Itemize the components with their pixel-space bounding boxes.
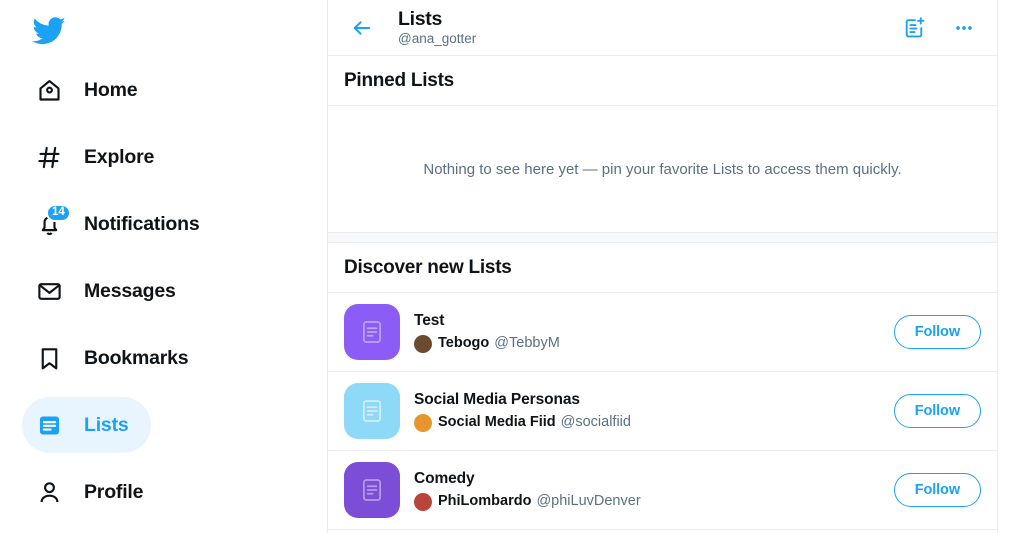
owner-name: Tebogo bbox=[438, 335, 490, 352]
owner-handle: @TebbyM bbox=[494, 335, 560, 352]
follow-button[interactable]: Follow bbox=[893, 394, 981, 428]
owner-handle: @socialfiid bbox=[560, 414, 631, 431]
pinned-lists-section: Pinned Lists Nothing to see here yet — p… bbox=[328, 56, 997, 232]
list-name: Comedy bbox=[414, 470, 475, 487]
sidebar-item-home[interactable]: Home bbox=[22, 62, 159, 118]
sidebar-item-label: Notifications bbox=[84, 212, 200, 235]
list-item[interactable]: Comedy PhiLombardo @phiLuvDenver Follow bbox=[328, 451, 997, 530]
list-info: Test Tebogo @TebbyM bbox=[414, 311, 894, 353]
bell-icon: 14 bbox=[34, 204, 71, 239]
owner-name: Social Media Fiid bbox=[438, 414, 556, 431]
pinned-lists-empty-message: Nothing to see here yet — pin your favor… bbox=[423, 160, 902, 178]
list-owner: PhiLombardo @phiLuvDenver bbox=[414, 492, 894, 511]
list-name: Social Media Personas bbox=[414, 391, 580, 408]
sidebar-item-lists[interactable]: Lists bbox=[22, 397, 151, 453]
back-button[interactable] bbox=[344, 10, 380, 46]
more-options-button[interactable] bbox=[947, 11, 981, 45]
owner-name: PhiLombardo bbox=[438, 493, 532, 510]
header-titles: Lists @ana_gotter bbox=[398, 8, 897, 48]
owner-handle: @phiLuvDenver bbox=[536, 493, 641, 510]
discover-lists-section: Discover new Lists Test Tebogo @TebbyM F… bbox=[328, 243, 997, 530]
sidebar-item-explore[interactable]: Explore bbox=[22, 129, 176, 185]
sidebar-item-messages[interactable]: Messages bbox=[22, 263, 198, 319]
list-thumbnail bbox=[344, 462, 400, 518]
primary-sidebar: Home Explore 14 Notifications Messages B… bbox=[0, 0, 328, 533]
list-info: Social Media Personas Social Media Fiid … bbox=[414, 390, 894, 432]
create-list-icon bbox=[905, 17, 924, 38]
list-document-icon bbox=[363, 479, 381, 501]
page-title: Lists bbox=[398, 7, 443, 30]
hashtag-icon bbox=[34, 142, 64, 172]
home-icon bbox=[34, 75, 64, 105]
discover-lists-title: Discover new Lists bbox=[328, 243, 997, 293]
right-pane bbox=[998, 0, 1024, 533]
list-owner: Tebogo @TebbyM bbox=[414, 334, 894, 353]
list-document-icon bbox=[363, 400, 381, 422]
list-name: Test bbox=[414, 312, 445, 329]
main-column: Lists @ana_gotter Pinned Lists Nothing t… bbox=[328, 0, 998, 533]
list-icon bbox=[34, 410, 64, 440]
envelope-icon bbox=[34, 276, 64, 306]
section-divider bbox=[328, 232, 997, 243]
bookmark-icon bbox=[34, 343, 64, 373]
back-arrow-icon bbox=[353, 20, 371, 35]
sidebar-item-notifications[interactable]: 14 Notifications bbox=[22, 196, 222, 252]
notifications-badge: 14 bbox=[46, 204, 71, 222]
list-owner: Social Media Fiid @socialfiid bbox=[414, 413, 894, 432]
list-item[interactable]: Test Tebogo @TebbyM Follow bbox=[328, 293, 997, 372]
follow-button[interactable]: Follow bbox=[893, 315, 981, 349]
sidebar-item-label: Lists bbox=[84, 413, 129, 436]
sidebar-item-label: Bookmarks bbox=[84, 346, 189, 369]
pinned-lists-title: Pinned Lists bbox=[328, 56, 997, 106]
twitter-bird-icon bbox=[32, 17, 66, 45]
avatar bbox=[414, 492, 432, 511]
person-icon bbox=[34, 477, 64, 507]
twitter-lists-page: Home Explore 14 Notifications Messages B… bbox=[0, 0, 1024, 533]
avatar bbox=[414, 413, 432, 432]
list-document-icon bbox=[363, 321, 381, 343]
header-actions bbox=[897, 11, 981, 45]
sidebar-item-label: Messages bbox=[84, 279, 176, 302]
twitter-logo[interactable] bbox=[22, 0, 327, 62]
list-info: Comedy PhiLombardo @phiLuvDenver bbox=[414, 469, 894, 511]
avatar bbox=[414, 334, 432, 353]
create-list-button[interactable] bbox=[897, 11, 931, 45]
sidebar-item-label: Home bbox=[84, 78, 138, 101]
sidebar-item-profile[interactable]: Profile bbox=[22, 464, 165, 520]
list-item[interactable]: Social Media Personas Social Media Fiid … bbox=[328, 372, 997, 451]
list-thumbnail bbox=[344, 383, 400, 439]
list-thumbnail bbox=[344, 304, 400, 360]
page-subtitle: @ana_gotter bbox=[398, 30, 477, 46]
sidebar-item-bookmarks[interactable]: Bookmarks bbox=[22, 330, 210, 386]
sidebar-item-label: Profile bbox=[84, 480, 144, 503]
sidebar-item-label: Explore bbox=[84, 145, 155, 168]
more-options-icon bbox=[956, 25, 972, 30]
follow-button[interactable]: Follow bbox=[893, 473, 981, 507]
page-header: Lists @ana_gotter bbox=[328, 0, 997, 56]
